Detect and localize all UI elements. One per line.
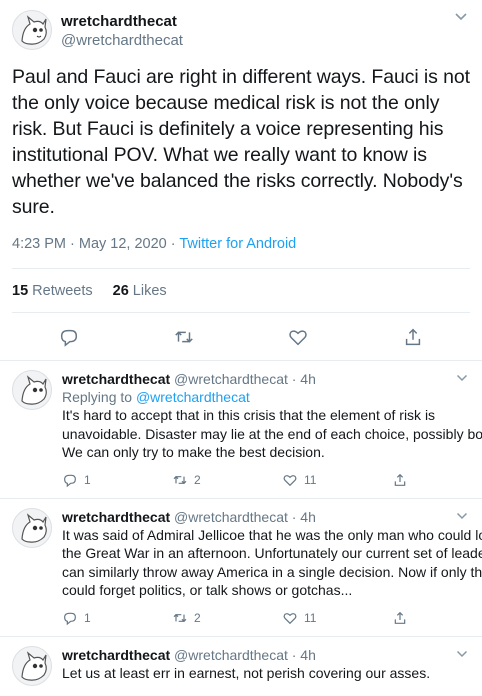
replying-to: Replying to @wretchardthecat: [62, 388, 482, 406]
chevron-down-icon[interactable]: [454, 10, 468, 25]
chevron-down-icon[interactable]: [456, 373, 468, 385]
reply-icon: [64, 612, 76, 625]
reply-display-name[interactable]: wretchardthecat: [62, 371, 170, 387]
retweets-count: 15: [12, 283, 29, 299]
like-count: 11: [304, 610, 317, 625]
reply-handle-time[interactable]: @wretchardthecat · 4h: [174, 509, 316, 525]
retweet-button[interactable]: 2: [172, 472, 282, 488]
reply-actions: 1 2 11: [62, 472, 482, 488]
reply-tweet[interactable]: wretchardthecat @wretchardthecat · 4h It…: [0, 499, 482, 636]
retweet-icon: [173, 475, 187, 484]
display-name[interactable]: wretchardthecat: [61, 12, 183, 31]
reply-text: It's hard to accept that in this crisis …: [62, 407, 482, 460]
chevron-down-icon[interactable]: [456, 649, 468, 661]
reply-display-name[interactable]: wretchardthecat: [62, 647, 170, 663]
share-button[interactable]: [392, 472, 482, 488]
retweet-count: 2: [194, 472, 201, 487]
tweet-stats: 15 Retweets 26 Likes: [0, 269, 482, 312]
reply-button[interactable]: 1: [62, 472, 172, 488]
retweet-count: 2: [194, 610, 201, 625]
retweets-label: Retweets: [32, 283, 93, 299]
share-button[interactable]: [392, 610, 482, 626]
main-tweet: wretchardthecat @wretchardthecat Paul an…: [0, 0, 482, 252]
retweets-stat[interactable]: 15 Retweets: [12, 283, 93, 299]
avatar[interactable]: [12, 370, 52, 410]
retweet-button[interactable]: 2: [172, 610, 282, 626]
user-handle[interactable]: @wretchardthecat: [61, 31, 183, 50]
reply-count: 1: [84, 472, 91, 487]
share-icon: [394, 473, 406, 486]
reply-text: It was said of Admiral Jellicoe that he …: [62, 526, 482, 599]
like-count: 11: [304, 472, 317, 487]
main-tweet-header: wretchardthecat @wretchardthecat: [12, 10, 470, 50]
reply-icon: [64, 474, 76, 487]
reply-count: 1: [84, 610, 91, 625]
replying-prefix: Replying to: [62, 389, 136, 405]
tweet-text: Paul and Fauci are right in different wa…: [12, 66, 470, 218]
likes-label: Likes: [132, 283, 167, 299]
tweet-actions: [0, 313, 482, 360]
retweet-icon[interactable]: [173, 326, 195, 348]
reply-text: Let us at least err in earnest, not peri…: [62, 664, 431, 681]
reply-icon[interactable]: [58, 326, 80, 348]
reply-button[interactable]: 1: [62, 610, 172, 626]
replying-to-link[interactable]: @wretchardthecat: [136, 389, 250, 405]
tweet-source-link[interactable]: Twitter for Android: [179, 236, 296, 252]
reply-handle-time[interactable]: @wretchardthecat · 4h: [174, 371, 316, 387]
avatar[interactable]: [12, 10, 52, 50]
reply-actions: 1 2 11: [62, 610, 482, 626]
like-icon: [283, 612, 297, 624]
reply-tweet[interactable]: wretchardthecat @wretchardthecat · 4h Le…: [0, 637, 482, 696]
avatar[interactable]: [12, 645, 52, 686]
tweet-timestamp[interactable]: 4:23 PM · May 12, 2020 ·: [12, 236, 179, 252]
likes-count: 26: [112, 283, 129, 299]
like-button[interactable]: 11: [282, 472, 392, 488]
chevron-down-icon[interactable]: [456, 511, 468, 523]
likes-stat[interactable]: 26 Likes: [113, 283, 167, 299]
reply-tweet[interactable]: wretchardthecat @wretchardthecat · 4h Re…: [0, 361, 482, 498]
reply-display-name[interactable]: wretchardthecat: [62, 509, 170, 525]
like-button[interactable]: 11: [282, 610, 392, 626]
like-icon: [283, 474, 297, 486]
share-icon[interactable]: [402, 326, 424, 348]
avatar[interactable]: [12, 507, 52, 548]
retweet-icon: [173, 613, 187, 622]
share-icon: [394, 611, 406, 624]
reply-handle-time[interactable]: @wretchardthecat · 4h: [174, 647, 316, 663]
like-icon[interactable]: [287, 326, 309, 348]
tweet-meta: 4:23 PM · May 12, 2020 · Twitter for And…: [12, 236, 470, 252]
